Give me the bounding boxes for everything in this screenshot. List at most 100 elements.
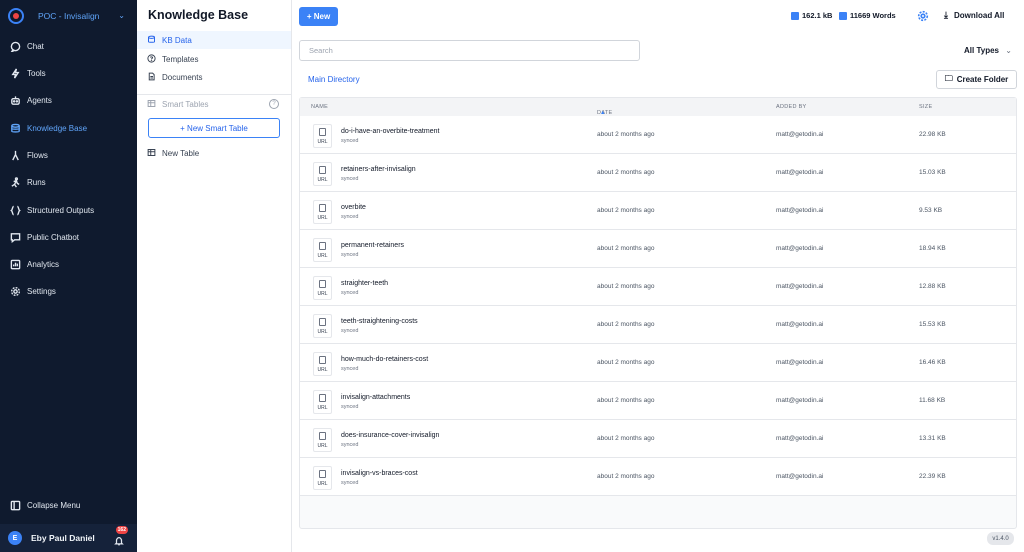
kb-item-kb-data[interactable]: KB Data (137, 31, 291, 49)
added-by: matt@getodin.ai (776, 169, 824, 176)
table-row[interactable]: URL do-i-have-an-overbite-treatment sync… (300, 116, 1016, 154)
url-file-icon: URL (313, 276, 332, 300)
collapse-icon (9, 499, 21, 511)
nav-item-analytics[interactable]: Analytics (0, 253, 137, 275)
braces-icon (9, 204, 21, 216)
table-row[interactable]: URL retainers-after-invisalign synced ab… (300, 154, 1016, 192)
kb-item-documents[interactable]: Documents (137, 68, 291, 86)
robot-icon (9, 94, 21, 106)
new-smart-table-button[interactable]: + New Smart Table (148, 118, 280, 138)
sync-status: synced (341, 366, 359, 372)
nav-label: Settings (27, 286, 56, 296)
file-name[interactable]: permanent-retainers (341, 242, 404, 249)
file-name[interactable]: how-much-do-retainers-cost (341, 356, 428, 363)
sync-status: synced (341, 328, 359, 334)
storage-icon (791, 11, 799, 20)
added-by: matt@getodin.ai (776, 435, 824, 442)
nav-item-agents[interactable]: Agents (0, 89, 137, 111)
added-by: matt@getodin.ai (776, 397, 824, 404)
added-by: matt@getodin.ai (776, 321, 824, 328)
url-file-icon: URL (313, 238, 332, 262)
kb-item-label: KB Data (162, 35, 192, 45)
added-by: matt@getodin.ai (776, 131, 824, 138)
sync-status: synced (341, 252, 359, 258)
chart-icon (9, 258, 21, 270)
kb-item-label: Templates (162, 54, 199, 64)
file-size: 12.88 KB (919, 283, 946, 290)
sync-status: synced (341, 480, 359, 486)
avatar: E (8, 531, 22, 545)
table-row[interactable]: URL overbite synced about 2 months ago m… (300, 192, 1016, 230)
sync-status: synced (341, 290, 359, 296)
file-size: 15.03 KB (919, 169, 946, 176)
nav-item-knowledge-base[interactable]: Knowledge Base (0, 117, 137, 139)
collapse-menu-button[interactable]: Collapse Menu (0, 494, 137, 516)
chatbot-icon (9, 231, 21, 243)
chevron-down-icon: ⌄ (1005, 46, 1012, 55)
table-row[interactable]: URL permanent-retainers synced about 2 m… (300, 230, 1016, 268)
smart-table-item[interactable]: New Table (137, 144, 291, 162)
download-all-button[interactable]: ⤓ Download All (944, 10, 1004, 21)
create-folder-button[interactable]: 🗀 Create Folder (936, 70, 1017, 89)
flow-icon (9, 149, 21, 161)
file-name[interactable]: do-i-have-an-overbite-treatment (341, 128, 439, 135)
file-size: 9.53 KB (919, 207, 943, 214)
date-modified: about 2 months ago (597, 131, 655, 138)
bell-icon[interactable] (114, 533, 124, 546)
workspace-switcher[interactable]: POC - Invisalign ⌄ (0, 0, 137, 32)
nav-item-public-chatbot[interactable]: Public Chatbot (0, 226, 137, 248)
nav-item-flows[interactable]: Flows (0, 144, 137, 166)
document-icon (147, 72, 157, 82)
url-file-icon: URL (313, 352, 332, 376)
type-filter-label: All Types (964, 46, 999, 55)
added-by: matt@getodin.ai (776, 473, 824, 480)
breadcrumb[interactable]: Main Directory (308, 75, 360, 84)
sync-status: synced (341, 442, 359, 448)
file-size: 22.98 KB (919, 131, 946, 138)
storage-size: 162.1 kB (802, 11, 833, 20)
nav-item-structured-outputs[interactable]: Structured Outputs (0, 199, 137, 221)
added-by: matt@getodin.ai (776, 359, 824, 366)
search-input[interactable] (299, 40, 640, 61)
column-header-name[interactable]: NAME (311, 104, 328, 110)
nav-item-runs[interactable]: Runs (0, 171, 137, 193)
sync-status: synced (341, 176, 359, 182)
gear-icon[interactable] (917, 9, 929, 22)
new-button[interactable]: + New (299, 7, 338, 26)
nav-label: Runs (27, 177, 46, 187)
column-header-added-by[interactable]: ADDED BY (776, 104, 807, 110)
file-name[interactable]: invisalign-vs-braces-cost (341, 470, 418, 477)
files-table: NAME DATE MODIFIED ▲ ADDED BY SIZE URL d… (299, 97, 1017, 529)
table-row[interactable]: URL straighter-teeth synced about 2 mont… (300, 268, 1016, 306)
file-name[interactable]: does-insurance-cover-invisalign (341, 432, 439, 439)
user-profile[interactable]: E Eby Paul Daniel 162 (0, 524, 137, 552)
table-row[interactable]: URL how-much-do-retainers-cost synced ab… (300, 344, 1016, 382)
column-header-size[interactable]: SIZE (919, 104, 932, 110)
file-name[interactable]: invisalign-attachments (341, 394, 410, 401)
nav-label: Tools (27, 68, 46, 78)
table-row[interactable]: URL does-insurance-cover-invisalign sync… (300, 420, 1016, 458)
type-filter-dropdown[interactable]: All Types ⌄ (964, 46, 1012, 55)
word-count: 11669 Words (850, 11, 896, 20)
nav-item-settings[interactable]: Settings (0, 280, 137, 302)
table-row[interactable]: URL invisalign-vs-braces-cost synced abo… (300, 458, 1016, 496)
file-name[interactable]: retainers-after-invisalign (341, 166, 416, 173)
nav-label: Flows (27, 150, 48, 160)
table-row[interactable]: URL invisalign-attachments synced about … (300, 382, 1016, 420)
nav-label: Knowledge Base (27, 123, 88, 133)
file-size: 22.39 KB (919, 473, 946, 480)
workspace-logo-icon (8, 8, 24, 24)
date-modified: about 2 months ago (597, 283, 655, 290)
smart-tables-heading: Smart Tables ? (137, 95, 291, 113)
file-name[interactable]: teeth-straightening-costs (341, 318, 418, 325)
file-name[interactable]: overbite (341, 204, 366, 211)
table-row[interactable]: URL teeth-straightening-costs synced abo… (300, 306, 1016, 344)
kb-item-templates[interactable]: Templates (137, 50, 291, 68)
nav-item-chat[interactable]: Chat (0, 35, 137, 57)
nav-item-tools[interactable]: Tools (0, 62, 137, 84)
help-icon[interactable]: ? (269, 99, 279, 109)
main-sidebar: POC - Invisalign ⌄ Chat Tools Agents Kno… (0, 0, 137, 552)
database-icon (9, 122, 21, 134)
file-name[interactable]: straighter-teeth (341, 280, 388, 287)
table-header: NAME DATE MODIFIED ▲ ADDED BY SIZE (300, 98, 1016, 122)
